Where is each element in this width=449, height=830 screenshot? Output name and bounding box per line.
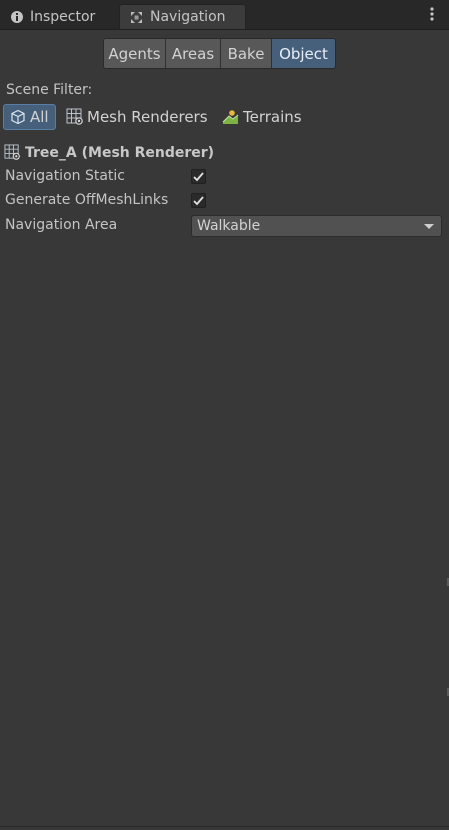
tab-bar: Inspector Navigation xyxy=(0,0,449,30)
filter-mesh-renderers-button[interactable]: Mesh Renderers xyxy=(66,104,208,130)
navigation-static-label: Navigation Static xyxy=(5,168,125,184)
generate-offmeshlinks-label: Generate OffMeshLinks xyxy=(5,192,169,208)
filter-label: All xyxy=(30,108,49,126)
mode-toolbar: Agents Areas Bake Object xyxy=(103,38,336,69)
filter-terrains-button[interactable]: Terrains xyxy=(222,104,302,130)
navigation-area-value: Walkable xyxy=(197,218,261,234)
checkmark-icon xyxy=(193,195,204,205)
scene-filter-label: Scene Filter: xyxy=(6,82,93,98)
chevron-down-icon xyxy=(424,224,434,229)
mode-button-bake[interactable]: Bake xyxy=(221,39,272,68)
filter-label: Mesh Renderers xyxy=(87,108,208,126)
object-title: Tree_A (Mesh Renderer) xyxy=(25,144,215,161)
tab-label: Navigation xyxy=(150,9,226,25)
filter-all-button[interactable]: All xyxy=(3,104,56,130)
terrain-icon xyxy=(222,108,240,126)
navigation-icon xyxy=(130,11,143,24)
cube-icon xyxy=(9,108,27,126)
tab-inspector[interactable]: Inspector xyxy=(0,4,116,29)
mode-button-object[interactable]: Object xyxy=(272,39,335,68)
navigation-area-label: Navigation Area xyxy=(5,217,118,233)
navigation-static-checkbox[interactable] xyxy=(191,169,206,184)
filter-label: Terrains xyxy=(243,108,302,126)
mode-button-agents[interactable]: Agents xyxy=(104,39,166,68)
scene-filter-options: All Mesh Renderers Terrains xyxy=(3,104,423,130)
more-options-icon[interactable] xyxy=(427,7,437,21)
tab-label: Inspector xyxy=(30,8,96,25)
object-header: Tree_A (Mesh Renderer) xyxy=(4,144,214,161)
generate-offmeshlinks-checkbox[interactable] xyxy=(191,193,206,208)
mode-button-areas[interactable]: Areas xyxy=(166,39,221,68)
checkmark-icon xyxy=(193,171,204,181)
navigation-area-dropdown[interactable]: Walkable xyxy=(191,215,442,237)
mesh-renderer-icon xyxy=(4,144,21,161)
info-icon xyxy=(10,10,23,23)
mesh-renderer-icon xyxy=(66,108,84,126)
tab-navigation[interactable]: Navigation xyxy=(119,4,246,29)
divider xyxy=(0,826,449,827)
